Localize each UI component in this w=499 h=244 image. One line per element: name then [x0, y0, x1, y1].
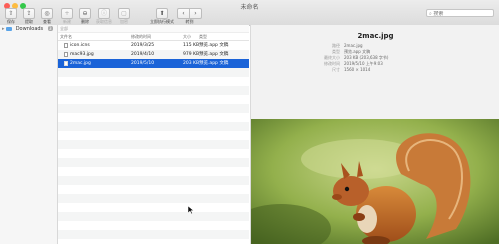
file-icon — [64, 43, 68, 48]
table-row[interactable]: mac93.jpg 2019/4/10 979 KB 预览.app 文稿 — [58, 50, 249, 59]
delete-button[interactable]: ⊖ 删除 — [78, 8, 92, 25]
file-icon — [64, 61, 68, 66]
encrypt-button[interactable]: ▢ 加密 — [117, 8, 131, 25]
save-button[interactable]: ⇧ 保存 — [4, 8, 18, 25]
file-kind: 预览.app 文稿 — [199, 43, 229, 48]
empty-row — [58, 68, 249, 77]
item-count-badge: 3 — [48, 26, 53, 31]
empty-row — [58, 176, 249, 185]
disclosure-triangle-icon[interactable]: ▸ — [2, 26, 5, 32]
new-folder-icon: + — [61, 8, 73, 19]
lock-icon: ▢ — [118, 8, 130, 19]
goto-nav: ‹ › 转到 — [177, 8, 202, 25]
column-header-modified[interactable]: 修改的时间 — [131, 34, 151, 40]
table-row-selected[interactable]: 2mac.jpg 2019/5/10 203 KB 预览.app 文稿 — [58, 59, 249, 68]
view-icon: ◎ — [41, 8, 53, 19]
column-header-name[interactable]: 文件名 — [60, 34, 72, 40]
immediate-mode-button[interactable]: ⬆ 立即执行模式 — [148, 8, 176, 25]
sidebar: ▸ Downloads 3 — [0, 25, 58, 244]
search-icon: ⌕ — [429, 11, 432, 17]
file-name: icon.icns — [70, 43, 90, 48]
column-header-kind[interactable]: 类型 — [199, 34, 207, 40]
file-size: 979 KB — [183, 52, 200, 57]
new-folder-button[interactable]: + 新建 — [60, 8, 74, 25]
empty-row — [58, 113, 249, 122]
sidebar-item-label: Downloads — [15, 26, 44, 32]
sidebar-item-downloads[interactable]: ▸ Downloads — [2, 26, 43, 32]
empty-row — [58, 239, 249, 244]
info-icon: ⓘ — [98, 8, 110, 19]
empty-row — [58, 158, 249, 167]
upload-icon: ⬆ — [156, 8, 168, 19]
empty-row — [58, 212, 249, 221]
extract-icon: ⇪ — [23, 8, 35, 19]
preview-pane: 2mac.jpg 路径 2mac.jpg 类型 预览.app 文稿 最终大小 2… — [250, 25, 499, 244]
empty-row — [58, 131, 249, 140]
file-modified: 2019/3/25 — [131, 43, 155, 48]
empty-row — [58, 77, 249, 86]
file-size: 203 KB — [183, 61, 200, 66]
empty-row — [58, 86, 249, 95]
file-list: 全部 文件名 修改的时间 大小 类型 icon.icns 2019/3/25 1… — [58, 25, 249, 244]
back-button[interactable]: ‹ — [178, 9, 190, 18]
file-modified: 2019/4/10 — [131, 52, 155, 57]
empty-row — [58, 203, 249, 212]
empty-row — [58, 185, 249, 194]
empty-row — [58, 167, 249, 176]
empty-row — [58, 122, 249, 131]
search-input[interactable] — [433, 11, 490, 17]
file-size: 115 KB — [183, 43, 200, 48]
window-titlebar: 未命名 ⇧ 保存 ⇪ 提取 ◎ 查看 + 新建 ⊖ 删除 ⓘ 获取信息 ▢ 加密… — [0, 0, 499, 26]
file-kind: 预览.app 文稿 — [199, 52, 229, 57]
mouse-pointer-icon — [188, 206, 194, 214]
view-button[interactable]: ◎ 查看 — [40, 8, 54, 25]
column-header-size[interactable]: 大小 — [183, 34, 191, 40]
folder-icon — [6, 27, 13, 31]
extract-button[interactable]: ⇪ 提取 — [22, 8, 36, 25]
column-headers: 文件名 修改的时间 大小 类型 — [58, 33, 249, 41]
window-title: 未命名 — [240, 4, 259, 11]
save-icon: ⇧ — [5, 8, 17, 19]
empty-row — [58, 95, 249, 104]
forward-button[interactable]: › — [190, 9, 201, 18]
image-preview — [251, 119, 499, 244]
empty-row — [58, 104, 249, 113]
file-kind: 预览.app 文稿 — [199, 61, 229, 66]
group-header: 全部 — [58, 25, 249, 33]
table-row[interactable]: icon.icns 2019/3/25 115 KB 预览.app 文稿 — [58, 41, 249, 50]
preview-filename: 2mac.jpg — [357, 32, 394, 40]
empty-row — [58, 140, 249, 149]
file-icon — [64, 52, 68, 57]
file-name: 2mac.jpg — [70, 61, 91, 66]
empty-row — [58, 230, 249, 239]
chevron-left-icon: ‹ — [182, 10, 185, 17]
chevron-right-icon: › — [194, 10, 197, 17]
file-name: mac93.jpg — [70, 52, 94, 57]
empty-row — [58, 194, 249, 203]
delete-icon: ⊖ — [79, 8, 91, 19]
get-info-button[interactable]: ⓘ 获取信息 — [94, 8, 114, 25]
empty-row — [58, 221, 249, 230]
file-modified: 2019/5/10 — [131, 61, 155, 66]
empty-row — [58, 149, 249, 158]
search-field[interactable]: ⌕ — [426, 9, 494, 17]
